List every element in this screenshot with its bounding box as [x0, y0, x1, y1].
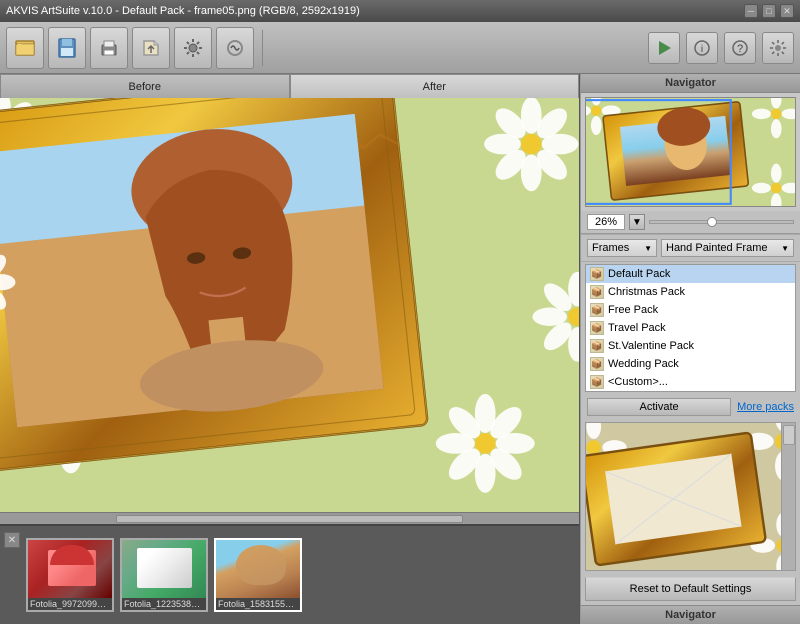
pack-item-default[interactable]: 📦 Default Pack: [586, 265, 795, 283]
frames-dropdown[interactable]: Frames ▼: [587, 239, 657, 257]
pack-icon: 📦: [590, 375, 604, 389]
left-panel: Before After: [0, 74, 580, 624]
open-file-button[interactable]: [6, 27, 44, 69]
effects-button[interactable]: [216, 27, 254, 69]
svg-text:?: ?: [737, 43, 743, 55]
help-button[interactable]: ?: [724, 32, 756, 64]
right-scrollbar[interactable]: [781, 423, 795, 570]
toolbar-right: i ?: [648, 32, 794, 64]
pack-item-label: Default Pack: [608, 268, 670, 280]
pack-item-travel[interactable]: 📦 Travel Pack: [586, 319, 795, 337]
zoom-controls: 26% ▼: [581, 211, 800, 233]
pack-item-label: Free Pack: [608, 304, 658, 316]
main-area: Before After: [0, 74, 800, 624]
print-button[interactable]: [90, 27, 128, 69]
pack-item-valentine[interactable]: 📦 St.Valentine Pack: [586, 337, 795, 355]
pack-icon: 📦: [590, 321, 604, 335]
run-button[interactable]: [648, 32, 680, 64]
zoom-slider[interactable]: [649, 220, 794, 224]
navigator-preview[interactable]: [585, 97, 796, 207]
svg-text:i: i: [701, 44, 703, 55]
navigator-bottom-label: Navigator: [581, 605, 800, 624]
pack-icon: 📦: [590, 303, 604, 317]
filmstrip-delete-button[interactable]: ✕: [4, 532, 20, 548]
pack-icon: 📦: [590, 267, 604, 281]
reset-button[interactable]: Reset to Default Settings: [585, 577, 796, 601]
filmstrip-item[interactable]: Fotolia_9972099_S...: [26, 538, 114, 612]
toolbar: i ?: [0, 22, 800, 74]
right-panel: Navigator: [580, 74, 800, 624]
pack-item-christmas[interactable]: 📦 Christmas Pack: [586, 283, 795, 301]
pack-item-custom[interactable]: 📦 <Custom>...: [586, 373, 795, 391]
frames-controls: Frames ▼ Hand Painted Frame ▼: [581, 234, 800, 262]
more-packs-link[interactable]: More packs: [737, 401, 794, 413]
frame-preview-section: [585, 422, 796, 571]
settings-button[interactable]: [174, 27, 212, 69]
view-tabs: Before After: [0, 74, 579, 98]
scrollbar-thumb[interactable]: [116, 515, 463, 523]
navigator-section: Navigator: [581, 74, 800, 234]
tab-before[interactable]: Before: [0, 74, 290, 98]
pack-item-label: St.Valentine Pack: [608, 340, 694, 352]
pack-item-label: Christmas Pack: [608, 286, 685, 298]
tab-after[interactable]: After: [290, 74, 580, 98]
pack-actions: Activate More packs: [581, 394, 800, 420]
canvas-image: [0, 98, 579, 524]
pack-icon: 📦: [590, 285, 604, 299]
frames-dropdown-arrow: ▼: [644, 244, 652, 253]
filmstrip-item[interactable]: Fotolia_15831553_...: [214, 538, 302, 612]
zoom-value: 26%: [587, 214, 625, 230]
filmstrip-label: Fotolia_9972099_S...: [28, 598, 112, 610]
titlebar-title: AKVIS ArtSuite v.10.0 - Default Pack - f…: [6, 5, 360, 17]
titlebar: AKVIS ArtSuite v.10.0 - Default Pack - f…: [0, 0, 800, 22]
gear-button[interactable]: [762, 32, 794, 64]
pack-item-label: Travel Pack: [608, 322, 666, 334]
navigator-title: Navigator: [581, 74, 800, 93]
pack-icon: 📦: [590, 339, 604, 353]
maximize-button[interactable]: □: [762, 4, 776, 18]
zoom-decrease-button[interactable]: ▼: [629, 214, 645, 230]
export-button[interactable]: [132, 27, 170, 69]
pack-item-wedding[interactable]: 📦 Wedding Pack: [586, 355, 795, 373]
minimize-button[interactable]: ─: [744, 4, 758, 18]
pack-item-label: <Custom>...: [608, 376, 668, 388]
frame-style-label: Hand Painted Frame: [666, 242, 768, 254]
canvas-area[interactable]: [0, 98, 579, 524]
activate-button[interactable]: Activate: [587, 398, 731, 416]
info-button[interactable]: i: [686, 32, 718, 64]
filmstrip-label: Fotolia_15831553_...: [216, 598, 300, 610]
close-button[interactable]: ✕: [780, 4, 794, 18]
frames-dropdown-label: Frames: [592, 242, 629, 254]
pack-icon: 📦: [590, 357, 604, 371]
zoom-slider-handle[interactable]: [707, 217, 717, 227]
horizontal-scrollbar[interactable]: [0, 512, 579, 524]
titlebar-controls: ─ □ ✕: [744, 4, 794, 18]
filmstrip: ✕ Fotolia_9972099_S... Fotolia_1223538_S…: [0, 524, 579, 624]
canvas-background: [0, 98, 579, 524]
frame-style-dropdown[interactable]: Hand Painted Frame ▼: [661, 239, 794, 257]
frame-style-arrow: ▼: [781, 244, 789, 253]
scrollbar-thumb[interactable]: [783, 425, 795, 445]
filmstrip-label: Fotolia_1223538_S...: [122, 598, 206, 610]
pack-item-free[interactable]: 📦 Free Pack: [586, 301, 795, 319]
toolbar-separator: [262, 30, 263, 66]
filmstrip-item[interactable]: Fotolia_1223538_S...: [120, 538, 208, 612]
pack-list: 📦 Default Pack 📦 Christmas Pack 📦 Free P…: [585, 264, 796, 392]
pack-item-label: Wedding Pack: [608, 358, 679, 370]
save-button[interactable]: [48, 27, 86, 69]
